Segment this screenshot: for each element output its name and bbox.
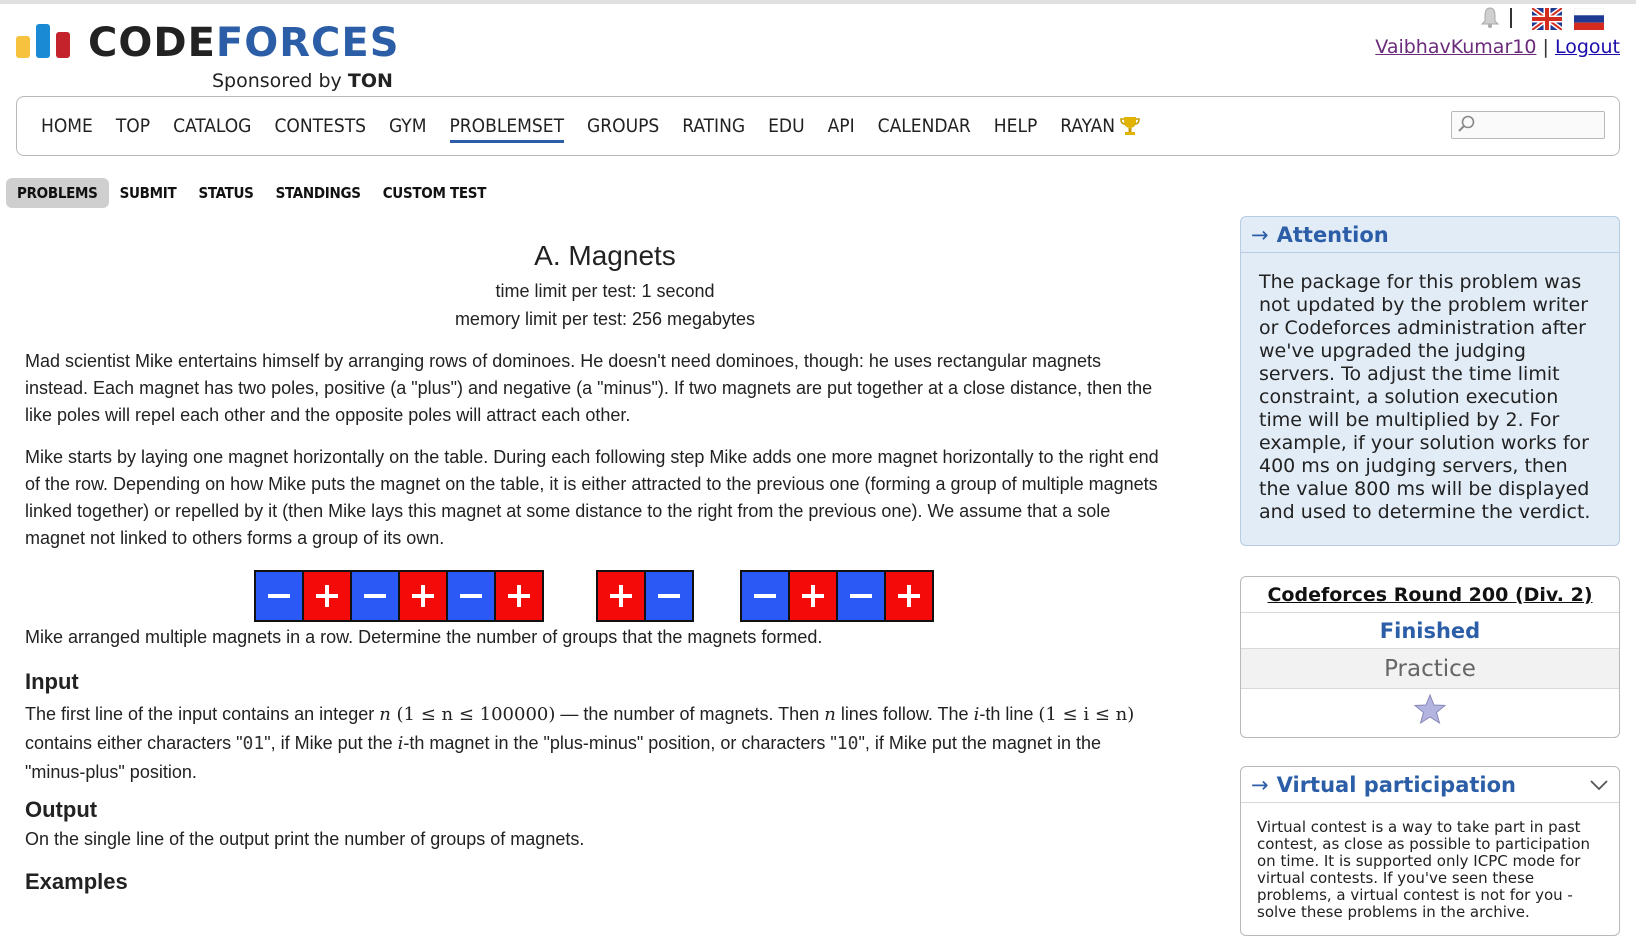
attention-box: → Attention The package for this problem…: [1240, 216, 1620, 546]
plus-sign-icon: [619, 585, 623, 607]
submenu-problems[interactable]: PROBLEMS: [6, 178, 109, 208]
minus-sign-icon: [658, 594, 680, 598]
codeforces-logo[interactable]: CODEFORCES Sponsored by TON: [16, 14, 436, 92]
attention-text: The package for this problem was not upd…: [1241, 253, 1619, 524]
contest-box: Codeforces Round 200 (Div. 2) Finished P…: [1240, 576, 1620, 738]
output-section-title: Output: [25, 797, 98, 822]
virtual-participation-box: → Virtual participation Virtual contest …: [1240, 766, 1620, 936]
illustration-caption: Mike arranged multiple magnets in a row.…: [25, 627, 823, 647]
menu-item-top[interactable]: TOP: [116, 97, 150, 155]
menu-item-calendar[interactable]: CALENDAR: [878, 97, 971, 155]
plus-sign-icon: [517, 585, 521, 607]
search-input[interactable]: [1451, 111, 1605, 139]
logo-bars-icon: [16, 14, 76, 58]
plus-sign-icon: [811, 585, 815, 607]
contest-name-link[interactable]: Codeforces Round 200 (Div. 2): [1241, 577, 1619, 613]
plus-sign-icon: [907, 585, 911, 607]
menu-item-problemset[interactable]: PROBLEMSET: [449, 97, 564, 155]
minus-sign-icon: [850, 594, 872, 598]
menu-item-catalog[interactable]: CATALOG: [173, 97, 251, 155]
problem-title: A. Magnets: [534, 240, 676, 271]
bell-icon[interactable]: [1480, 6, 1500, 28]
legend-paragraph-1: Mad scientist Mike entertains himself by…: [25, 351, 1153, 425]
russian-flag-icon[interactable]: [1573, 7, 1605, 30]
minus-sign-icon: [364, 594, 386, 598]
second-level-menu: PROBLEMS SUBMIT STATUS STANDINGS CUSTOM …: [6, 178, 497, 208]
submenu-submit[interactable]: SUBMIT: [109, 178, 188, 208]
favourite-star[interactable]: [1241, 689, 1619, 737]
minus-sign-icon: [460, 594, 482, 598]
english-flag-icon[interactable]: [1530, 5, 1564, 33]
virtual-participation-title: Virtual participation: [1276, 772, 1516, 797]
plus-sign-icon: [325, 585, 329, 607]
menu-item-edu[interactable]: EDU: [768, 97, 804, 155]
main-menu: HOME TOP CATALOG CONTESTS GYM PROBLEMSET…: [16, 96, 1620, 156]
input-section-title: Input: [25, 669, 79, 694]
magnets-illustration: [25, 568, 1185, 624]
time-limit: time limit per test: 1 second: [495, 281, 715, 301]
user-links: VaibhavKumar10 | Logout: [1375, 36, 1620, 58]
menu-item-api[interactable]: API: [828, 97, 855, 155]
contest-status: Finished: [1241, 613, 1619, 649]
sponsor-text: Sponsored by TON: [212, 70, 393, 92]
virtual-participation-text: Virtual contest is a way to take part in…: [1257, 818, 1591, 921]
separator: [1510, 8, 1512, 28]
legend-paragraph-2: Mike starts by laying one magnet horizon…: [25, 447, 1159, 548]
plus-sign-icon: [421, 585, 425, 607]
minus-sign-icon: [754, 594, 776, 598]
arrow-right-icon: →: [1251, 222, 1269, 247]
menu-item-rayan[interactable]: RAYAN: [1060, 97, 1141, 155]
chevron-down-icon[interactable]: [1589, 773, 1609, 797]
user-links-separator: |: [1542, 36, 1549, 58]
menu-item-rayan-label: RAYAN: [1060, 115, 1116, 137]
contest-practice[interactable]: Practice: [1241, 649, 1619, 689]
star-icon: [1413, 692, 1447, 735]
menu-item-help[interactable]: HELP: [994, 97, 1037, 155]
logo-wordmark: CODEFORCES: [88, 20, 400, 66]
menu-item-contests[interactable]: CONTESTS: [274, 97, 366, 155]
input-specification: The first line of the input contains an …: [25, 704, 1135, 782]
examples-section-title: Examples: [25, 869, 128, 894]
submenu-standings[interactable]: STANDINGS: [265, 178, 372, 208]
menu-item-groups[interactable]: GROUPS: [587, 97, 659, 155]
virtual-participation-header[interactable]: → Virtual participation: [1241, 767, 1619, 803]
memory-limit: memory limit per test: 256 megabytes: [454, 309, 756, 329]
search-icon: [1456, 114, 1476, 139]
logout-link[interactable]: Logout: [1555, 36, 1620, 58]
top-border: [0, 0, 1636, 4]
magnets-image: [254, 570, 934, 622]
menu-item-gym[interactable]: GYM: [389, 97, 427, 155]
lang-area: [1480, 5, 1620, 33]
submenu-custom-test[interactable]: CUSTOM TEST: [372, 178, 497, 208]
minus-sign-icon: [268, 594, 290, 598]
output-specification: On the single line of the output print t…: [25, 829, 585, 849]
attention-title: Attention: [1276, 222, 1389, 247]
trophy-icon: [1119, 115, 1141, 137]
arrow-right-icon: →: [1251, 772, 1269, 797]
attention-header: → Attention: [1241, 217, 1619, 253]
menu-item-rating[interactable]: RATING: [682, 97, 745, 155]
problem-statement: A. Magnets time limit per test: 1 second…: [25, 228, 1195, 895]
menu-item-home[interactable]: HOME: [41, 97, 93, 155]
username-link[interactable]: VaibhavKumar10: [1375, 36, 1536, 58]
submenu-status[interactable]: STATUS: [187, 178, 264, 208]
